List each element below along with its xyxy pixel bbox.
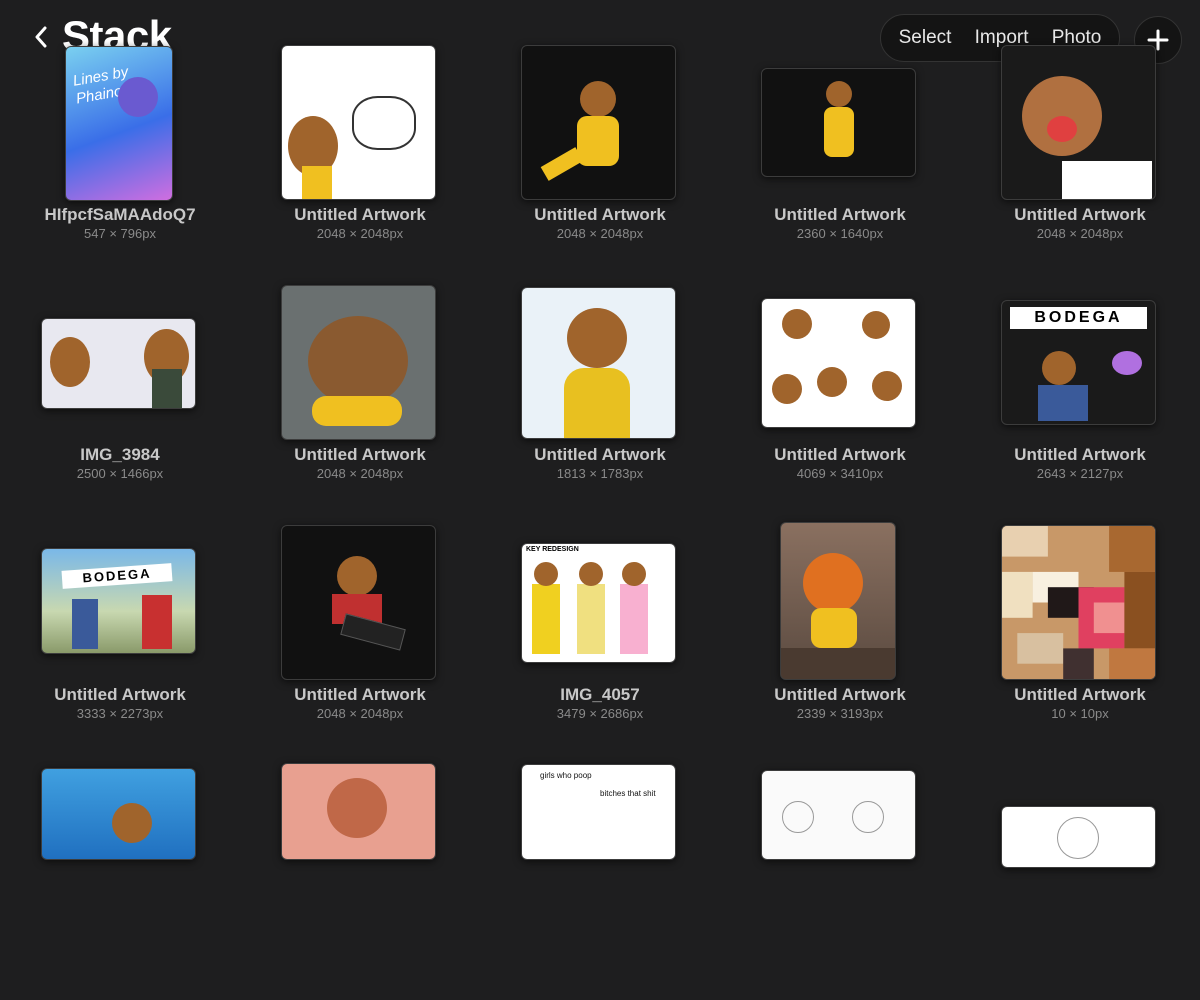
artwork-item[interactable]: Untitled Artwork 1813 × 1783px (480, 280, 720, 520)
artwork-name: IMG_3984 (80, 445, 160, 464)
artwork-item[interactable]: Untitled Artwork 2048 × 2048px (480, 40, 720, 280)
thumbnail-caption: girls who poop (540, 771, 592, 780)
artwork-item[interactable]: Untitled Artwork 2360 × 1640px (720, 40, 960, 280)
artwork-thumbnail[interactable] (281, 45, 436, 200)
artwork-item[interactable]: Untitled Artwork 10 × 10px (960, 520, 1200, 760)
artwork-dimensions: 3333 × 2273px (76, 706, 164, 721)
artwork-item[interactable]: Untitled Artwork 2048 × 2048px (240, 40, 480, 280)
artwork-dimensions: 2048 × 2048px (1036, 226, 1124, 241)
artwork-item[interactable]: IMG_3984 2500 × 1466px (0, 280, 240, 520)
artwork-thumbnail[interactable] (1001, 525, 1156, 680)
artwork-thumbnail[interactable] (761, 770, 916, 860)
artwork-dimensions: 10 × 10px (1051, 706, 1109, 721)
artwork-item[interactable]: Untitled Artwork 4069 × 3410px (720, 280, 960, 520)
artwork-thumbnail[interactable] (281, 285, 436, 440)
artwork-dimensions: 2048 × 2048px (316, 226, 404, 241)
artwork-thumbnail[interactable]: BODEGA (41, 548, 196, 654)
artwork-thumbnail[interactable]: BODEGA (1001, 300, 1156, 425)
artwork-thumbnail[interactable] (41, 318, 196, 409)
artwork-name: Untitled Artwork (534, 445, 666, 464)
artwork-dimensions: 2048 × 2048px (556, 226, 644, 241)
artwork-name: Untitled Artwork (774, 205, 906, 224)
artwork-thumbnail[interactable] (521, 45, 676, 200)
artwork-item[interactable]: BODEGA Untitled Artwork 2643 × 2127px (960, 280, 1200, 520)
artwork-thumbnail[interactable] (41, 768, 196, 860)
artwork-item[interactable]: Lines by Phainon HIfpcfSaMAAdoQ7 547 × 7… (0, 40, 240, 280)
thumbnail-caption: BODEGA (61, 563, 173, 589)
artwork-thumbnail[interactable] (281, 525, 436, 680)
artwork-dimensions: 1813 × 1783px (556, 466, 644, 481)
thumbnail-caption: KEY REDESIGN (526, 546, 579, 553)
artwork-thumbnail[interactable] (780, 522, 896, 680)
artwork-item[interactable] (720, 760, 960, 1000)
artwork-name: Untitled Artwork (774, 445, 906, 464)
artwork-dimensions: 4069 × 3410px (796, 466, 884, 481)
artwork-thumbnail[interactable] (761, 68, 916, 177)
artwork-name: HIfpcfSaMAAdoQ7 (44, 205, 196, 224)
artwork-name: Untitled Artwork (294, 445, 426, 464)
artwork-dimensions: 2048 × 2048px (316, 706, 404, 721)
artwork-dimensions: 2339 × 3193px (796, 706, 884, 721)
artwork-dimensions: 547 × 796px (84, 226, 156, 241)
artwork-item[interactable]: KEY REDESIGN IMG_4057 3479 × 2686px (480, 520, 720, 760)
artwork-thumbnail[interactable] (1001, 45, 1156, 200)
artwork-name: Untitled Artwork (1014, 685, 1146, 704)
artwork-name: Untitled Artwork (1014, 445, 1146, 464)
artwork-item[interactable]: BODEGA Untitled Artwork 3333 × 2273px (0, 520, 240, 760)
artwork-thumbnail[interactable]: Lines by Phainon (65, 46, 173, 201)
artwork-name: Untitled Artwork (294, 205, 426, 224)
artwork-dimensions: 2360 × 1640px (796, 226, 884, 241)
artwork-name: Untitled Artwork (1014, 205, 1146, 224)
artwork-thumbnail[interactable] (521, 287, 676, 439)
artwork-name: IMG_4057 (560, 685, 640, 704)
thumbnail-caption: bitches that shit (600, 789, 656, 798)
artwork-name: Untitled Artwork (294, 685, 426, 704)
artwork-item[interactable] (0, 760, 240, 1000)
artwork-thumbnail[interactable]: girls who poop bitches that shit (521, 764, 676, 860)
artwork-thumbnail[interactable] (281, 763, 436, 860)
artwork-item[interactable]: Untitled Artwork 2339 × 3193px (720, 520, 960, 760)
artwork-item[interactable]: girls who poop bitches that shit (480, 760, 720, 1000)
artwork-item[interactable]: Untitled Artwork 2048 × 2048px (240, 280, 480, 520)
thumbnail-caption: BODEGA (1010, 307, 1147, 329)
artwork-thumbnail[interactable] (1001, 806, 1156, 868)
pixel-art-image (1002, 526, 1155, 679)
artwork-thumbnail[interactable]: KEY REDESIGN (521, 543, 676, 663)
artwork-name: Untitled Artwork (534, 205, 666, 224)
artwork-dimensions: 2643 × 2127px (1036, 466, 1124, 481)
artwork-item[interactable] (240, 760, 480, 1000)
artwork-item[interactable] (960, 760, 1200, 1000)
artwork-thumbnail[interactable] (761, 298, 916, 428)
artwork-item[interactable]: Untitled Artwork 2048 × 2048px (960, 40, 1200, 280)
artwork-name: Untitled Artwork (54, 685, 186, 704)
artwork-name: Untitled Artwork (774, 685, 906, 704)
artwork-item[interactable]: Untitled Artwork 2048 × 2048px (240, 520, 480, 760)
artwork-dimensions: 2048 × 2048px (316, 466, 404, 481)
artwork-dimensions: 3479 × 2686px (556, 706, 644, 721)
artwork-dimensions: 2500 × 1466px (76, 466, 164, 481)
